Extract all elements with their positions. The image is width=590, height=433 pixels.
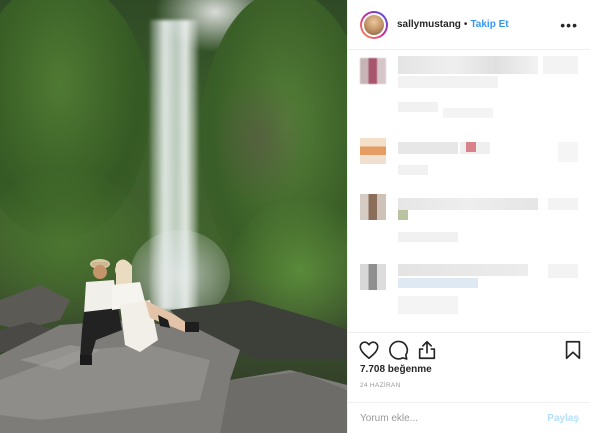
comment-avatar-blur: [360, 264, 386, 290]
comment-meta-blur: [398, 296, 458, 314]
comment-icon[interactable]: [387, 339, 409, 361]
comment-emoji-blur: [466, 142, 476, 152]
comment-form: Paylaş: [348, 402, 590, 433]
comment-avatar-blur: [360, 58, 386, 84]
avatar[interactable]: [360, 10, 388, 39]
comment-avatar-blur: [360, 138, 386, 164]
comment-meta-blur: [398, 102, 438, 112]
comment-text-blur: [398, 142, 458, 154]
share-icon[interactable]: [416, 339, 438, 361]
follow-button[interactable]: Takip Et: [470, 19, 508, 30]
comment-text-blur: [398, 264, 528, 276]
bookmark-icon[interactable]: [562, 339, 584, 361]
comment-emoji-blur: [398, 210, 408, 220]
comment-text-blur: [548, 198, 578, 210]
couple-figures: [80, 259, 199, 365]
more-options-icon[interactable]: •••: [560, 18, 578, 32]
comment-meta-blur: [398, 232, 458, 242]
post-photo[interactable]: [0, 0, 347, 433]
comment-text-blur: [398, 76, 498, 88]
comment-input[interactable]: [360, 412, 548, 424]
heart-icon[interactable]: [358, 339, 380, 361]
comment-text-blur: [398, 56, 538, 74]
separator-dot: •: [463, 19, 468, 30]
like-count[interactable]: 7.708 beğenme: [360, 364, 432, 375]
avatar-image: [364, 14, 384, 35]
comment-link-blur: [398, 278, 478, 288]
avatar-ring-gap: [362, 12, 386, 37]
post-sidebar: sallymustang • Takip Et ••• 7.708 beğenm…: [347, 0, 590, 433]
action-bar: [348, 332, 590, 364]
username-link[interactable]: sallymustang: [397, 19, 461, 30]
comment-text-blur: [543, 56, 578, 74]
comment-meta-blur: [443, 108, 493, 118]
post-date[interactable]: 24 HAZİRAN: [360, 382, 401, 389]
comment-text-blur: [398, 165, 428, 175]
comment-text-blur: [398, 198, 538, 210]
post-comment-button[interactable]: Paylaş: [547, 413, 579, 424]
instagram-post: sallymustang • Takip Et ••• 7.708 beğenm…: [0, 0, 590, 433]
post-header: sallymustang • Takip Et •••: [348, 0, 590, 50]
comment-text-blur: [548, 264, 578, 278]
blurred-comments: [348, 50, 590, 330]
comment-text-blur: [558, 142, 578, 162]
comment-avatar-blur: [360, 194, 386, 220]
